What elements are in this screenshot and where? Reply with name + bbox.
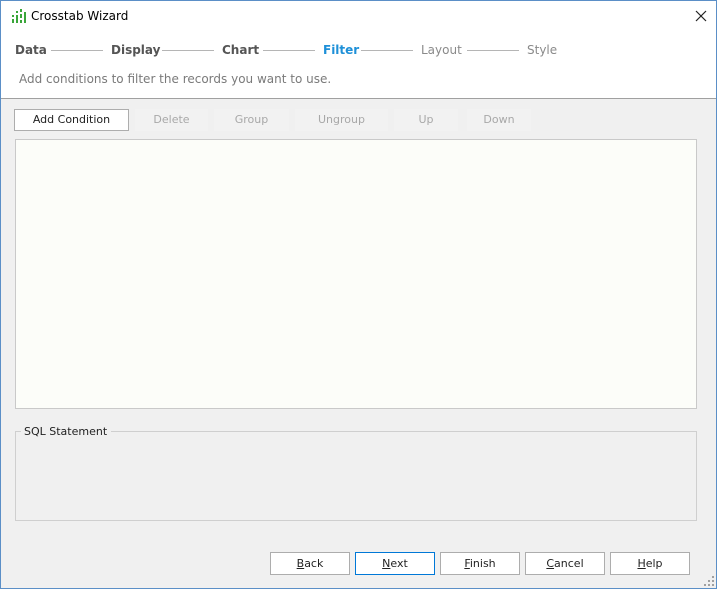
step-divider [263,50,315,51]
step-layout[interactable]: Layout [421,43,462,57]
help-mnemonic: H [637,557,646,570]
step-chart[interactable]: Chart [222,43,259,57]
resize-grip-icon[interactable] [704,576,714,586]
step-divider [361,50,413,51]
help-label-rest: elp [645,557,663,570]
close-icon [695,10,707,22]
help-button[interactable]: Help [610,552,690,575]
group-button[interactable]: Group [214,109,289,131]
step-divider [467,50,519,51]
close-button[interactable] [686,1,716,31]
step-filter[interactable]: Filter [323,43,359,57]
back-button[interactable]: Back [270,552,350,575]
crosstab-wizard-window: Crosstab Wizard Data Display Chart Filte… [0,0,717,589]
back-label-rest: ack [304,557,324,570]
sql-statement-group [15,431,697,521]
step-divider [162,50,214,51]
cancel-label-rest: ancel [554,557,584,570]
sql-statement-label: SQL Statement [21,425,112,438]
finish-button[interactable]: Finish [440,552,520,575]
step-style[interactable]: Style [527,43,557,57]
cancel-mnemonic: C [546,557,555,570]
step-divider [51,50,103,51]
next-button[interactable]: Next [355,552,435,575]
conditions-panel[interactable] [15,139,697,409]
title-bar: Crosstab Wizard [1,1,716,31]
add-condition-button[interactable]: Add Condition [14,109,129,131]
wizard-steps-header: Data Display Chart Filter Layout Style A… [1,31,716,99]
next-label-rest: ext [390,557,408,570]
delete-button[interactable]: Delete [135,109,208,131]
up-button[interactable]: Up [394,109,458,131]
cancel-button[interactable]: Cancel [525,552,605,575]
step-data[interactable]: Data [15,43,47,57]
crosstab-app-icon [11,8,27,24]
step-display[interactable]: Display [111,43,160,57]
down-button[interactable]: Down [467,109,531,131]
ungroup-button[interactable]: Ungroup [295,109,388,131]
finish-label-rest: inish [469,557,496,570]
step-description: Add conditions to filter the records you… [19,72,332,86]
window-title: Crosstab Wizard [31,9,129,23]
